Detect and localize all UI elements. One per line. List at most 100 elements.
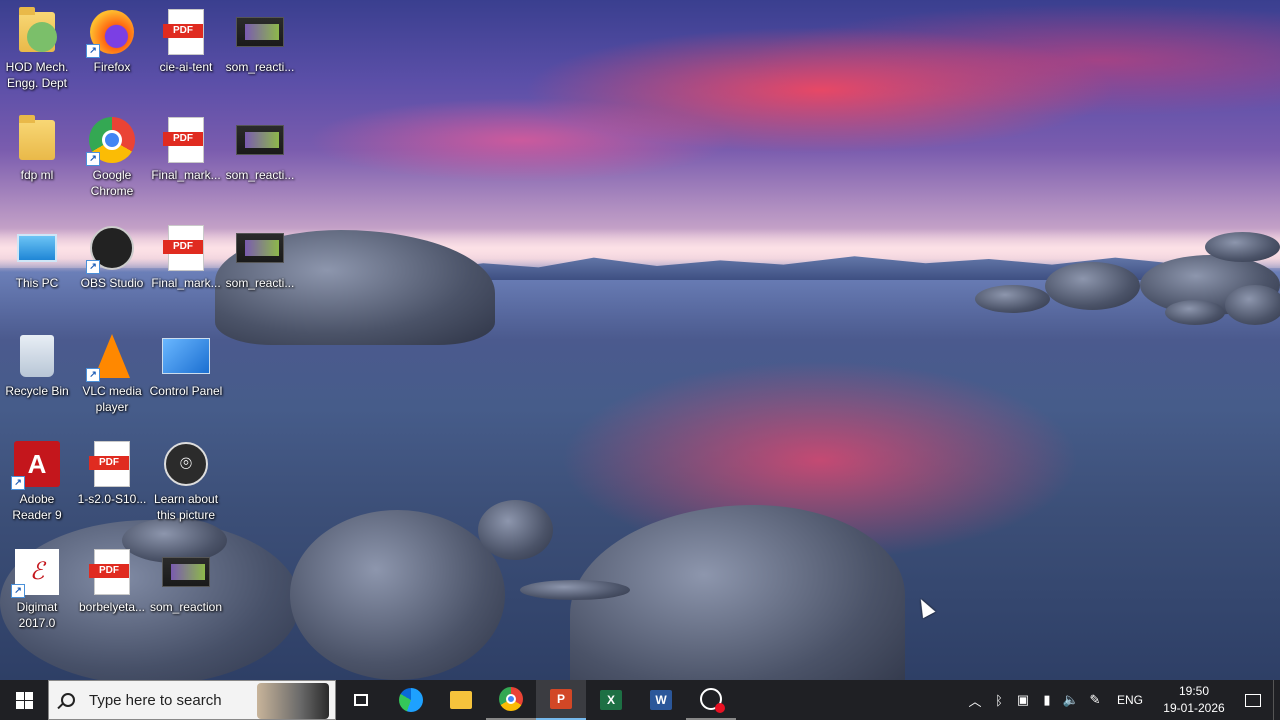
desktop-icon-label: This PC [15, 276, 59, 290]
adobe-reader-icon: A ↗ [11, 440, 61, 490]
taskbar-clock[interactable]: 19:50 19-01-2026 [1155, 683, 1233, 717]
desktop-icon-label: som_reaction [149, 600, 223, 614]
rock [1165, 300, 1225, 325]
computer-icon [13, 224, 61, 272]
desktop-icon-label: Adobe Reader 9 [12, 492, 62, 522]
powerpoint-icon: P [550, 689, 572, 709]
rock [1205, 232, 1280, 262]
notifications-button[interactable] [1233, 680, 1273, 720]
rock [478, 500, 553, 560]
desktop-icon-recycle-bin[interactable]: Recycle Bin [0, 328, 74, 399]
taskbar-chrome[interactable] [486, 680, 536, 720]
folder-icon [13, 115, 61, 164]
desktop-icon-this-pc[interactable]: This PC [0, 220, 74, 291]
chrome-icon [499, 687, 523, 711]
desktop-icon-som-reaction-4[interactable]: som_reaction [149, 544, 223, 615]
search-placeholder: Type here to search [89, 691, 222, 709]
desktop-icon-pdf-borbelyeta[interactable]: PDF borbelyeta... [75, 544, 149, 615]
pdf-icon: PDF [162, 116, 210, 164]
volume-icon[interactable]: 🔈 [1059, 680, 1083, 720]
camera-icon: ⌾ [162, 440, 210, 488]
start-button[interactable] [0, 680, 48, 720]
firefox-icon: ↗ [86, 8, 136, 58]
desktop-icon-label: 1-s2.0-S10... [77, 492, 147, 506]
show-hidden-icons-chevron-icon[interactable]: ︿ [963, 680, 987, 720]
desktop-icon-hod-mech[interactable]: HOD Mech. Engg. Dept [0, 4, 74, 91]
desktop-icon-label: som_reacti... [225, 168, 295, 182]
taskbar-file-explorer[interactable] [436, 680, 486, 720]
desktop-icon-label: Final_mark... [151, 168, 221, 182]
rock [1225, 285, 1280, 325]
desktop-icon-label: VLC media player [82, 384, 142, 414]
taskbar-word[interactable]: W [636, 680, 686, 720]
desktop-icon-firefox[interactable]: ↗ Firefox [75, 4, 149, 75]
task-view-button[interactable] [336, 680, 386, 720]
desktop-icon-obs-studio[interactable]: ↗ OBS Studio [75, 220, 149, 291]
taskbar-screen-recorder[interactable] [686, 680, 736, 720]
pen-workspace-icon[interactable]: ✎ [1083, 680, 1107, 720]
excel-icon: X [600, 690, 622, 710]
desktop-icon-label: Google Chrome [90, 168, 134, 198]
desktop-icon-vlc[interactable]: ↗ VLC media player [75, 328, 149, 415]
desktop-icon-digimat[interactable]: ℰ ↗ Digimat 2017.0 [0, 544, 74, 631]
desktop-icon-chrome[interactable]: ↗ Google Chrome [75, 112, 149, 199]
desktop-icon-label: borbelyeta... [78, 600, 146, 614]
desktop-icon-label: Learn about this picture [153, 492, 219, 522]
video-icon [236, 8, 284, 56]
vlc-icon: ↗ [86, 332, 136, 382]
screen-recorder-icon [700, 688, 725, 713]
word-icon: W [650, 690, 672, 710]
taskbar-search-box[interactable]: Type here to search [48, 680, 336, 720]
desktop-icon-label: Control Panel [149, 384, 223, 398]
taskbar-edge[interactable] [386, 680, 436, 720]
desktop-icon-som-reaction-3[interactable]: som_reacti... [223, 220, 297, 291]
desktop-icon-label: Final_mark... [151, 276, 221, 290]
folder-icon [450, 691, 472, 709]
desktop-icon-label: Recycle Bin [5, 384, 69, 398]
desktop-icon-som-reaction-1[interactable]: som_reacti... [223, 4, 297, 75]
desktop-icon-label: fdp ml [20, 168, 54, 182]
notification-icon [1245, 693, 1261, 707]
windows-logo-icon [15, 691, 33, 709]
clock-time: 19:50 [1178, 684, 1210, 698]
desktop-icons: HOD Mech. Engg. Dept fdp ml This PC Recy… [0, 0, 300, 680]
desktop-icon-adobe-reader[interactable]: A ↗ Adobe Reader 9 [0, 436, 74, 523]
obs-icon: ↗ [86, 224, 136, 274]
desktop-icon-label: Firefox [93, 60, 131, 74]
desktop-icon-pdf-1-s2[interactable]: PDF 1-s2.0-S10... [75, 436, 149, 507]
search-highlight-icon[interactable] [257, 683, 329, 719]
desktop-icon-fdp-ml[interactable]: fdp ml [0, 112, 74, 183]
bluetooth-icon[interactable]: ᛒ [987, 680, 1011, 720]
recycle-bin-icon [13, 332, 61, 380]
taskbar-powerpoint[interactable]: P [536, 680, 586, 720]
rock [975, 285, 1050, 313]
desktop-icon-label: OBS Studio [80, 276, 144, 290]
battery-icon[interactable]: ▮ [1035, 680, 1059, 720]
desktop-icon-label: Digimat 2017.0 [16, 600, 58, 630]
task-view-icon [354, 694, 368, 706]
desktop-icon-control-panel[interactable]: Control Panel [149, 328, 223, 399]
desktop-icon-label: HOD Mech. Engg. Dept [5, 60, 69, 90]
chrome-icon: ↗ [86, 116, 136, 166]
rock [290, 510, 505, 680]
desktop-icon-learn-about-picture[interactable]: ⌾ Learn about this picture [149, 436, 223, 523]
desktop-icon-pdf-final-mark-1[interactable]: PDF Final_mark... [149, 112, 223, 183]
edge-icon [399, 688, 423, 712]
pdf-icon: PDF [162, 8, 210, 56]
taskbar-excel[interactable]: X [586, 680, 636, 720]
user-folder-icon [13, 7, 61, 56]
desktop-icon-som-reaction-2[interactable]: som_reacti... [223, 112, 297, 183]
meet-now-icon[interactable]: ▣ [1011, 680, 1035, 720]
desktop-icon-label: som_reacti... [225, 60, 295, 74]
desktop-icon-label: cie-ai-tent [159, 60, 213, 74]
search-icon [61, 693, 75, 707]
taskbar: Type here to search P X W ︿ ᛒ ▣ ▮ 🔈 ✎ EN… [0, 680, 1280, 720]
rock [1045, 262, 1140, 310]
show-desktop-button[interactable] [1273, 680, 1280, 720]
video-icon [162, 548, 210, 596]
pdf-icon: PDF [88, 548, 136, 596]
input-language[interactable]: ENG [1117, 693, 1143, 707]
desktop-icon-pdf-final-mark-2[interactable]: PDF Final_mark... [149, 220, 223, 291]
control-panel-icon [162, 332, 210, 380]
desktop-icon-pdf-cie-ai-tent[interactable]: PDF cie-ai-tent [149, 4, 223, 75]
